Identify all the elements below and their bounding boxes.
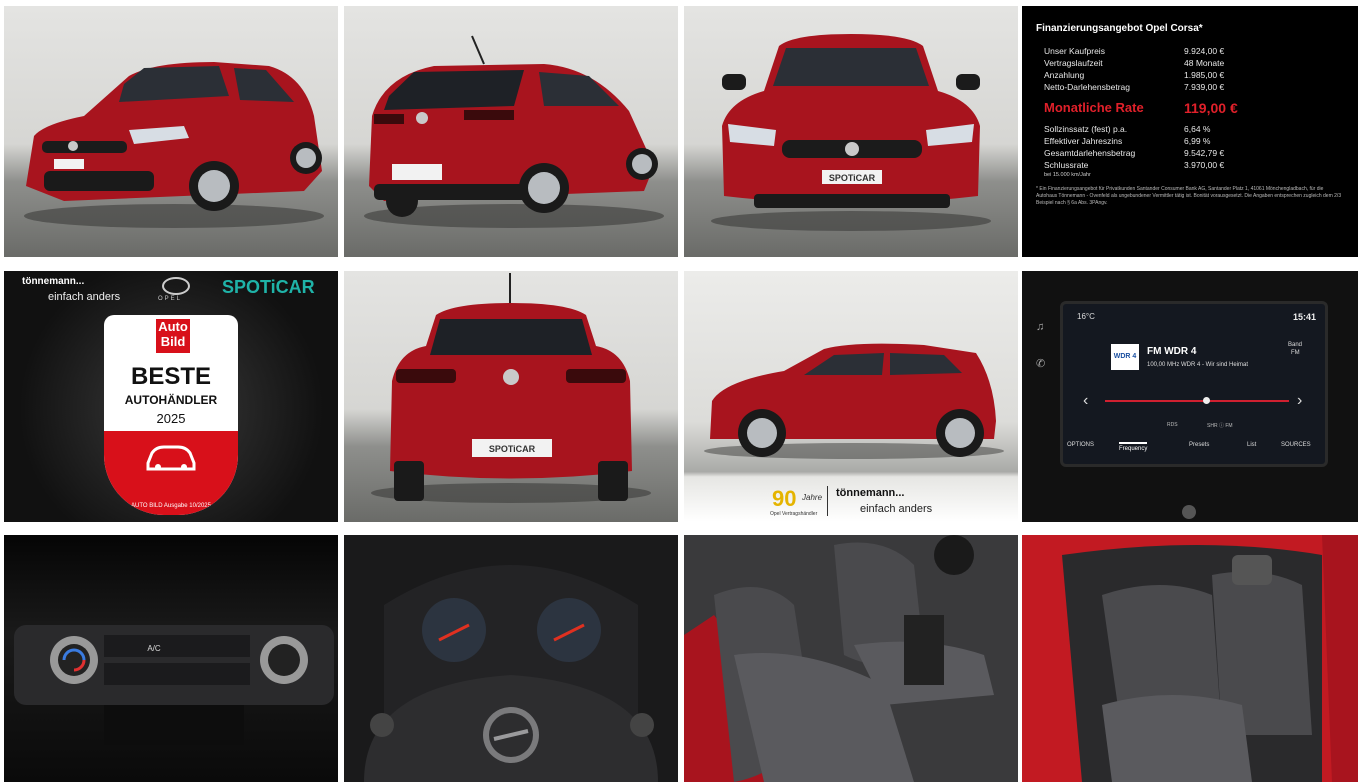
car-side-image — [704, 343, 1004, 459]
finance-row: Unser Kaufpreis 9.924,00 € — [1044, 46, 1225, 56]
music-note-icon[interactable]: ♫ — [1036, 321, 1044, 333]
rear-seats-photo[interactable] — [1022, 535, 1358, 782]
award-tile[interactable]: tönnemann... einfach anders OPEL SPOTiCA… — [4, 271, 338, 522]
car-rear-left-image — [364, 35, 664, 228]
km-note: bei 15.000 km/Jahr — [1044, 172, 1091, 178]
finance-offer[interactable]: Finanzierungsangebot Opel Corsa* Unser K… — [1022, 6, 1358, 257]
badge-source: AUTO BILD Ausgabe 10/2025 — [131, 503, 211, 509]
banner-divider — [827, 486, 828, 516]
spoticar-logo: SPOTiCAR — [222, 277, 315, 297]
ac-button-label[interactable]: A/C — [147, 644, 161, 653]
photo-side[interactable]: 90 Jahre Opel Vertragshändler tönnemann.… — [684, 271, 1018, 522]
rear-seats-image — [1022, 535, 1358, 782]
partner-label: Opel Vertragshändler — [770, 511, 818, 517]
tab-options[interactable]: OPTIONS — [1067, 442, 1094, 448]
finance-row: Netto-Darlehensbetrag 7.939,00 € — [1044, 82, 1225, 92]
anniversary-word: Jahre — [802, 493, 823, 502]
temperature: 16°C — [1077, 312, 1095, 321]
finance-row: Anzahlung 1.985,00 € — [1044, 70, 1225, 80]
tune-right-arrow-icon[interactable]: › — [1297, 392, 1302, 410]
radio-screen: 16°C 15:41 WDR 4 FM WDR 4 100,00 MHz WDR… — [1060, 301, 1328, 467]
plate-spoticar-text: SPOTiCAR — [489, 444, 536, 454]
finance-row: Gesamtdarlehensbetrag 9.542,79 € — [1044, 148, 1225, 158]
hd-label: SHR ⓘ FM — [1207, 423, 1233, 429]
autobild-logo: Auto Bild — [156, 319, 190, 353]
clock: 15:41 — [1293, 312, 1317, 322]
finance-row: Sollzinssatz (fest) p.a. 6,64 % — [1044, 124, 1211, 134]
finance-row: Schlussrate 3.970,00 € — [1044, 160, 1225, 170]
climate-control-image: A/C — [14, 625, 334, 745]
photo-front-three-quarter[interactable] — [4, 6, 338, 257]
band-label: Band — [1288, 342, 1303, 348]
cockpit-photo[interactable] — [344, 535, 678, 782]
tune-left-arrow-icon[interactable]: ‹ — [1083, 392, 1088, 410]
front-seats-photo[interactable] — [684, 535, 1018, 782]
finance-title: Finanzierungsangebot Opel Corsa* — [1036, 23, 1203, 34]
instrument-cluster-image — [364, 565, 658, 782]
autohaendler-label: AUTOHÄNDLER — [124, 393, 218, 407]
finance-row: Effektiver Jahreszins 6,99 % — [1044, 136, 1211, 146]
dealer-slogan: einfach anders — [48, 291, 121, 303]
opel-logo-icon — [162, 277, 190, 295]
car-front-image: SPOTiCAR — [711, 34, 991, 231]
year-label: 2025 — [156, 411, 186, 426]
photo-rear-three-quarter[interactable] — [344, 6, 678, 257]
car-front-left-image — [24, 62, 324, 228]
banner-dealer-slogan: einfach anders — [860, 503, 933, 515]
station-logo: WDR 4 — [1111, 344, 1139, 370]
frequency-slider-handle[interactable] — [1203, 397, 1210, 404]
brand-label: OPEL — [158, 296, 183, 302]
rds-label: RDS — [1167, 422, 1178, 428]
tab-sources[interactable]: SOURCES — [1281, 442, 1311, 448]
tab-frequency[interactable]: Frequency — [1119, 442, 1148, 452]
car-rear-image: SPOTiCAR — [371, 273, 651, 503]
band-value: FM — [1291, 350, 1300, 356]
phone-icon[interactable]: ✆ — [1036, 357, 1045, 370]
finance-footnote: * Ein Finanzierungsangebot für Privatkun… — [1036, 186, 1342, 206]
front-seats-image — [684, 535, 1018, 782]
volume-knob[interactable] — [1182, 505, 1196, 519]
beste-label: BESTE — [130, 363, 211, 390]
anniversary-number: 90 — [772, 486, 797, 511]
station-name: FM WDR 4 — [1147, 346, 1197, 357]
infotainment-photo[interactable]: 16°C 15:41 WDR 4 FM WDR 4 100,00 MHz WDR… — [1022, 271, 1358, 522]
frequency-slider[interactable] — [1105, 400, 1289, 402]
photo-rear[interactable]: SPOTiCAR — [344, 271, 678, 522]
station-info: 100,00 MHz WDR 4 - Wir sind Heimat — [1147, 362, 1249, 368]
banner-dealer-name: tönnemann... — [836, 487, 905, 499]
photo-front[interactable]: SPOTiCAR — [684, 6, 1018, 257]
autobild-badge: Auto Bild BESTE AUTOHÄNDLER 2025 AUTO BIL… — [104, 315, 238, 515]
plate-spoticar-text: SPOTiCAR — [829, 173, 876, 183]
climate-photo[interactable]: A/C — [4, 535, 338, 782]
tab-list[interactable]: List — [1247, 442, 1256, 448]
dealer-name: tönnemann... — [22, 276, 85, 287]
finance-row: Vertragslaufzeit 48 Monate — [1044, 58, 1225, 68]
car-icon — [146, 445, 196, 471]
monthly-rate: Monatliche Rate 119,00 € — [1044, 100, 1238, 116]
tab-presets[interactable]: Presets — [1189, 442, 1209, 448]
